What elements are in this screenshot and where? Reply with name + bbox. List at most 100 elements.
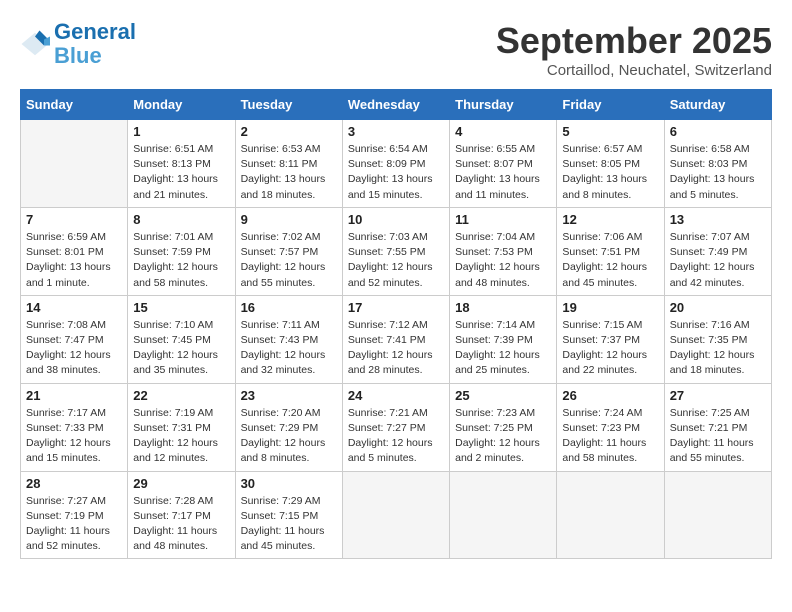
day-info: Sunrise: 7:11 AMSunset: 7:43 PMDaylight:… [241, 318, 337, 379]
day-info: Sunrise: 7:06 AMSunset: 7:51 PMDaylight:… [562, 230, 658, 291]
day-number: 28 [26, 476, 122, 491]
day-number: 12 [562, 212, 658, 227]
calendar-header: SundayMondayTuesdayWednesdayThursdayFrid… [21, 90, 772, 120]
day-info: Sunrise: 6:55 AMSunset: 8:07 PMDaylight:… [455, 142, 551, 203]
calendar-cell: 10 Sunrise: 7:03 AMSunset: 7:55 PMDayligh… [342, 207, 449, 295]
day-number: 14 [26, 300, 122, 315]
day-number: 10 [348, 212, 444, 227]
day-info: Sunrise: 7:01 AMSunset: 7:59 PMDaylight:… [133, 230, 229, 291]
logo-text: General Blue [54, 20, 136, 68]
day-info: Sunrise: 7:12 AMSunset: 7:41 PMDaylight:… [348, 318, 444, 379]
calendar-cell: 29 Sunrise: 7:28 AMSunset: 7:17 PMDayligh… [128, 471, 235, 559]
calendar-cell: 12 Sunrise: 7:06 AMSunset: 7:51 PMDayligh… [557, 207, 664, 295]
header-row: SundayMondayTuesdayWednesdayThursdayFrid… [21, 90, 772, 120]
calendar-week-4: 21Sunrise: 7:17 AMSunset: 7:33 PMDayligh… [21, 383, 772, 471]
header-day-friday: Friday [557, 90, 664, 120]
day-number: 22 [133, 388, 229, 403]
day-number: 20 [670, 300, 766, 315]
calendar-cell: 3Sunrise: 6:54 AMSunset: 8:09 PMDaylight… [342, 120, 449, 208]
day-info: Sunrise: 7:03 AMSunset: 7:55 PMDaylight:… [348, 230, 444, 291]
calendar-cell: 4 Sunrise: 6:55 AMSunset: 8:07 PMDaylight… [450, 120, 557, 208]
calendar-cell [342, 471, 449, 559]
day-number: 15 [133, 300, 229, 315]
day-info: Sunrise: 7:25 AMSunset: 7:21 PMDaylight:… [670, 406, 766, 467]
calendar-week-2: 7Sunrise: 6:59 AMSunset: 8:01 PMDaylight… [21, 207, 772, 295]
calendar-cell: 16 Sunrise: 7:11 AMSunset: 7:43 PMDayligh… [235, 295, 342, 383]
day-number: 13 [670, 212, 766, 227]
calendar-cell: 13Sunrise: 7:07 AMSunset: 7:49 PMDayligh… [664, 207, 771, 295]
day-info: Sunrise: 7:28 AMSunset: 7:17 PMDaylight:… [133, 494, 229, 555]
calendar-cell [450, 471, 557, 559]
calendar-cell: 20 Sunrise: 7:16 AMSunset: 7:35 PMDayligh… [664, 295, 771, 383]
calendar-week-1: 1 Sunrise: 6:51 AMSunset: 8:13 PMDaylight… [21, 120, 772, 208]
logo-line2: Blue [54, 43, 102, 68]
month-title: September 2025 [496, 20, 772, 62]
day-number: 29 [133, 476, 229, 491]
day-info: Sunrise: 7:29 AMSunset: 7:15 PMDaylight:… [241, 494, 337, 555]
calendar-cell: 8Sunrise: 7:01 AMSunset: 7:59 PMDaylight… [128, 207, 235, 295]
day-info: Sunrise: 6:53 AMSunset: 8:11 PMDaylight:… [241, 142, 337, 203]
calendar-body: 1 Sunrise: 6:51 AMSunset: 8:13 PMDaylight… [21, 120, 772, 559]
day-number: 9 [241, 212, 337, 227]
calendar-cell: 18 Sunrise: 7:14 AMSunset: 7:39 PMDayligh… [450, 295, 557, 383]
day-number: 16 [241, 300, 337, 315]
header-day-sunday: Sunday [21, 90, 128, 120]
day-number: 1 [133, 124, 229, 139]
day-info: Sunrise: 6:58 AMSunset: 8:03 PMDaylight:… [670, 142, 766, 203]
calendar-cell: 25Sunrise: 7:23 AMSunset: 7:25 PMDayligh… [450, 383, 557, 471]
day-number: 11 [455, 212, 551, 227]
location: Cortaillod, Neuchatel, Switzerland [496, 62, 772, 79]
calendar-cell: 15 Sunrise: 7:10 AMSunset: 7:45 PMDayligh… [128, 295, 235, 383]
day-number: 17 [348, 300, 444, 315]
day-number: 30 [241, 476, 337, 491]
day-info: Sunrise: 7:10 AMSunset: 7:45 PMDaylight:… [133, 318, 229, 379]
day-info: Sunrise: 6:51 AMSunset: 8:13 PMDaylight:… [133, 142, 229, 203]
day-number: 27 [670, 388, 766, 403]
day-info: Sunrise: 7:02 AMSunset: 7:57 PMDaylight:… [241, 230, 337, 291]
day-info: Sunrise: 6:59 AMSunset: 8:01 PMDaylight:… [26, 230, 122, 291]
calendar-cell: 22 Sunrise: 7:19 AMSunset: 7:31 PMDayligh… [128, 383, 235, 471]
header-day-wednesday: Wednesday [342, 90, 449, 120]
calendar-cell: 6 Sunrise: 6:58 AMSunset: 8:03 PMDaylight… [664, 120, 771, 208]
calendar-cell: 2 Sunrise: 6:53 AMSunset: 8:11 PMDaylight… [235, 120, 342, 208]
day-number: 19 [562, 300, 658, 315]
day-info: Sunrise: 7:16 AMSunset: 7:35 PMDaylight:… [670, 318, 766, 379]
header-day-saturday: Saturday [664, 90, 771, 120]
day-info: Sunrise: 7:20 AMSunset: 7:29 PMDaylight:… [241, 406, 337, 467]
day-number: 6 [670, 124, 766, 139]
header-day-monday: Monday [128, 90, 235, 120]
day-number: 26 [562, 388, 658, 403]
header-day-thursday: Thursday [450, 90, 557, 120]
calendar-cell: 24Sunrise: 7:21 AMSunset: 7:27 PMDayligh… [342, 383, 449, 471]
calendar-table: SundayMondayTuesdayWednesdayThursdayFrid… [20, 89, 772, 559]
calendar-week-5: 28Sunrise: 7:27 AMSunset: 7:19 PMDayligh… [21, 471, 772, 559]
calendar-cell: 23Sunrise: 7:20 AMSunset: 7:29 PMDayligh… [235, 383, 342, 471]
day-info: Sunrise: 7:14 AMSunset: 7:39 PMDaylight:… [455, 318, 551, 379]
calendar-cell: 30 Sunrise: 7:29 AMSunset: 7:15 PMDayligh… [235, 471, 342, 559]
calendar-cell: 14 Sunrise: 7:08 AMSunset: 7:47 PMDayligh… [21, 295, 128, 383]
calendar-week-3: 14 Sunrise: 7:08 AMSunset: 7:47 PMDayligh… [21, 295, 772, 383]
calendar-cell [557, 471, 664, 559]
day-info: Sunrise: 7:08 AMSunset: 7:47 PMDaylight:… [26, 318, 122, 379]
day-info: Sunrise: 7:24 AMSunset: 7:23 PMDaylight:… [562, 406, 658, 467]
header-day-tuesday: Tuesday [235, 90, 342, 120]
logo: General Blue [20, 20, 136, 68]
day-number: 4 [455, 124, 551, 139]
day-info: Sunrise: 7:19 AMSunset: 7:31 PMDaylight:… [133, 406, 229, 467]
calendar-cell: 17 Sunrise: 7:12 AMSunset: 7:41 PMDayligh… [342, 295, 449, 383]
calendar-cell: 26 Sunrise: 7:24 AMSunset: 7:23 PMDayligh… [557, 383, 664, 471]
calendar-cell: 21Sunrise: 7:17 AMSunset: 7:33 PMDayligh… [21, 383, 128, 471]
day-info: Sunrise: 7:15 AMSunset: 7:37 PMDaylight:… [562, 318, 658, 379]
page-header: General Blue September 2025 Cortaillod, … [20, 20, 772, 79]
day-number: 21 [26, 388, 122, 403]
calendar-cell: 27 Sunrise: 7:25 AMSunset: 7:21 PMDayligh… [664, 383, 771, 471]
logo-icon [20, 29, 50, 59]
day-number: 18 [455, 300, 551, 315]
logo-line1: General [54, 19, 136, 44]
title-block: September 2025 Cortaillod, Neuchatel, Sw… [496, 20, 772, 79]
calendar-cell: 7Sunrise: 6:59 AMSunset: 8:01 PMDaylight… [21, 207, 128, 295]
calendar-cell: 11Sunrise: 7:04 AMSunset: 7:53 PMDayligh… [450, 207, 557, 295]
day-number: 2 [241, 124, 337, 139]
day-number: 24 [348, 388, 444, 403]
calendar-cell [664, 471, 771, 559]
